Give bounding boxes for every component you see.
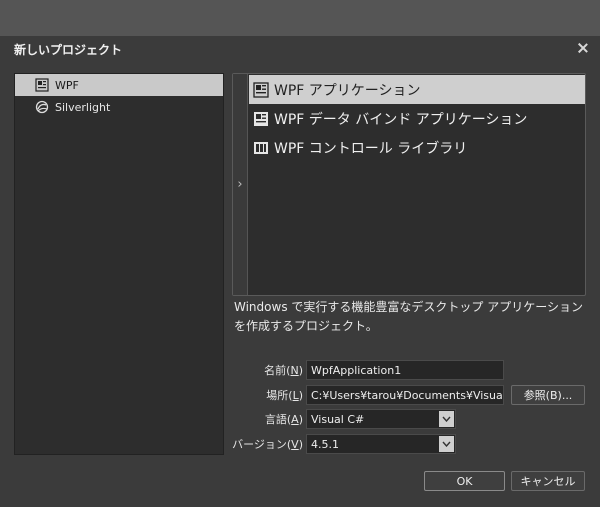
dialog-title: 新しいプロジェクト xyxy=(14,43,123,57)
template-wpf-databind-application[interactable]: WPF データ バインド アプリケーション xyxy=(249,104,585,133)
wpf-control-library-icon xyxy=(253,140,269,156)
template-label: WPF データ バインド アプリケーション xyxy=(274,111,528,128)
ok-button[interactable]: OK xyxy=(424,471,505,491)
close-icon[interactable] xyxy=(576,41,590,55)
cancel-button[interactable]: キャンセル xyxy=(511,471,585,491)
expand-toggle[interactable]: › xyxy=(233,74,248,295)
wpf-icon xyxy=(35,78,49,92)
template-wpf-control-library[interactable]: WPF コントロール ライブラリ xyxy=(249,133,585,162)
wpf-databind-icon xyxy=(253,111,269,127)
name-label: 名前(N) xyxy=(264,364,303,377)
chevron-down-icon[interactable] xyxy=(439,436,454,452)
silverlight-icon xyxy=(35,100,49,114)
version-select[interactable]: 4.5.1 xyxy=(306,434,456,454)
tree-item-silverlight[interactable]: Silverlight xyxy=(15,96,223,118)
background-strip xyxy=(0,0,600,36)
browse-button[interactable]: 参照(B)... xyxy=(511,385,585,405)
location-label: 場所(L) xyxy=(266,389,303,402)
template-wpf-application[interactable]: WPF アプリケーション xyxy=(249,75,585,104)
chevron-right-icon: › xyxy=(237,177,243,192)
template-label: WPF アプリケーション xyxy=(274,82,421,99)
language-value: Visual C# xyxy=(311,412,365,426)
version-row: バージョン(V) 4.5.1 xyxy=(230,433,456,455)
location-row: 場所(L) C:¥Users¥tarou¥Documents¥Visual xyxy=(230,384,504,406)
template-label: WPF コントロール ライブラリ xyxy=(274,140,468,157)
title-bar: 新しいプロジェクト xyxy=(0,36,600,62)
description-line: を作成するプロジェクト。 xyxy=(234,319,378,333)
tree-item-label: WPF xyxy=(55,78,79,92)
location-input[interactable]: C:¥Users¥tarou¥Documents¥Visual xyxy=(306,385,504,405)
version-value: 4.5.1 xyxy=(311,437,339,451)
tree-item-wpf[interactable]: WPF xyxy=(15,74,223,96)
tree-item-label: Silverlight xyxy=(55,100,111,114)
name-input[interactable]: WpfApplication1 xyxy=(306,360,504,380)
template-category-tree: WPF Silverlight xyxy=(14,73,224,455)
language-row: 言語(A) Visual C# xyxy=(230,408,456,430)
language-label: 言語(A) xyxy=(264,413,303,426)
template-list-panel: › WPF アプリケーション WPF データ バインド アプリケーション WPF… xyxy=(232,73,586,296)
version-label: バージョン(V) xyxy=(232,438,303,451)
template-list: WPF アプリケーション WPF データ バインド アプリケーション WPF コ… xyxy=(249,75,585,162)
template-description: Windows で実行する機能豊富なデスクトップ アプリケーション を作成するプ… xyxy=(234,298,594,336)
language-select[interactable]: Visual C# xyxy=(306,409,456,429)
description-line: Windows で実行する機能豊富なデスクトップ アプリケーション xyxy=(234,300,583,314)
wpf-app-icon xyxy=(253,81,269,98)
chevron-down-icon[interactable] xyxy=(439,411,454,427)
name-row: 名前(N) WpfApplication1 xyxy=(230,359,504,381)
